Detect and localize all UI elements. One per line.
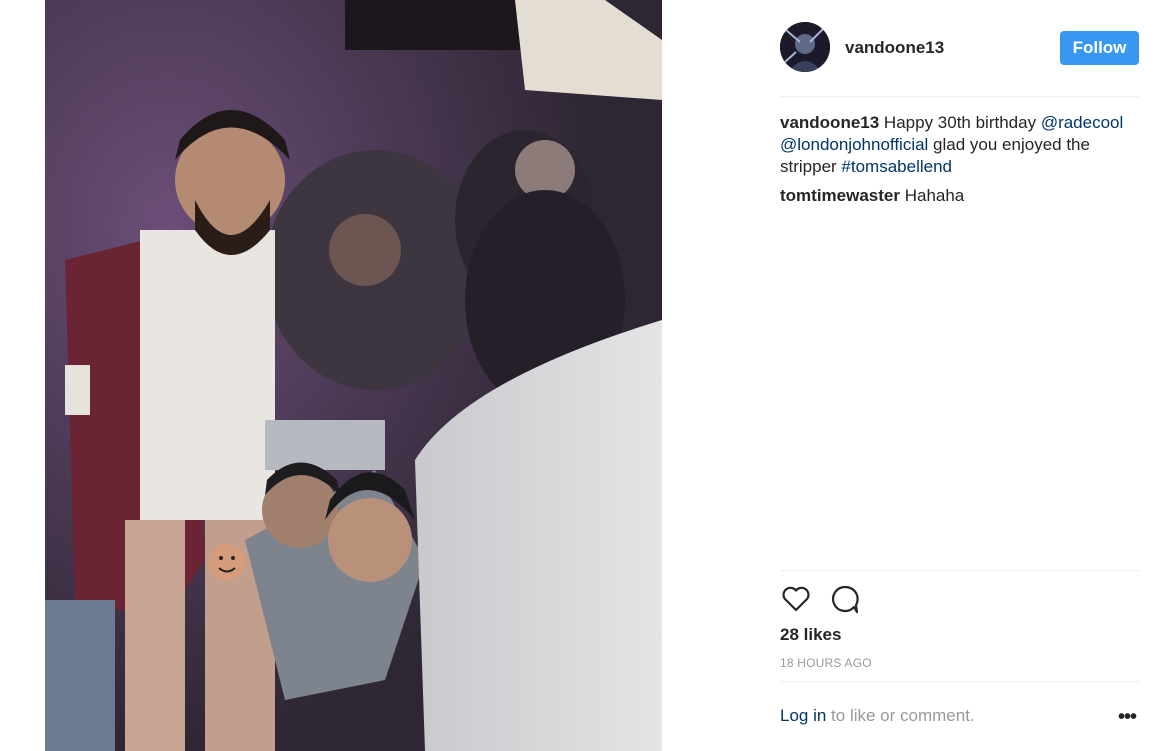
post-time[interactable]: 18 HOURS AGO xyxy=(780,656,872,670)
hashtag-link[interactable]: #tomsabellend xyxy=(841,157,952,176)
avatar[interactable] xyxy=(780,22,830,72)
actions-divider xyxy=(780,570,1139,571)
comment-text: Hahaha xyxy=(899,186,965,205)
mention-link[interactable]: @londonjohnofficial xyxy=(780,135,928,154)
login-prompt-text: to like or comment. xyxy=(826,706,975,725)
follow-button[interactable]: Follow xyxy=(1060,31,1139,65)
comments-list: vandoone13 Happy 30th birthday @radecool… xyxy=(780,112,1125,214)
comment-item: tomtimewaster Hahaha xyxy=(780,185,1125,207)
comment-icon[interactable] xyxy=(829,583,861,615)
avatar-image xyxy=(780,22,830,72)
post-actions xyxy=(780,583,1139,615)
header-divider xyxy=(780,96,1139,97)
caption-username[interactable]: vandoone13 xyxy=(780,113,879,132)
post-header: vandoone13 Follow xyxy=(780,22,1139,74)
party-photo-illustration xyxy=(45,0,662,751)
caption-text: Happy 30th birthday xyxy=(879,113,1041,132)
footer-divider xyxy=(780,681,1139,682)
post-photo[interactable] xyxy=(45,0,662,751)
post-sidebar: vandoone13 Follow vandoone13 Happy 30th … xyxy=(780,0,1139,751)
post-username[interactable]: vandoone13 xyxy=(845,38,944,58)
more-options-icon[interactable]: ••• xyxy=(1118,706,1137,729)
caption: vandoone13 Happy 30th birthday @radecool… xyxy=(780,112,1125,178)
login-link[interactable]: Log in xyxy=(780,706,826,725)
heart-icon[interactable] xyxy=(780,583,812,615)
mention-link[interactable]: @radecool xyxy=(1041,113,1123,132)
comment-username[interactable]: tomtimewaster xyxy=(780,186,900,205)
login-prompt: Log in to like or comment. xyxy=(780,706,975,726)
likes-count[interactable]: 28 likes xyxy=(780,625,841,645)
